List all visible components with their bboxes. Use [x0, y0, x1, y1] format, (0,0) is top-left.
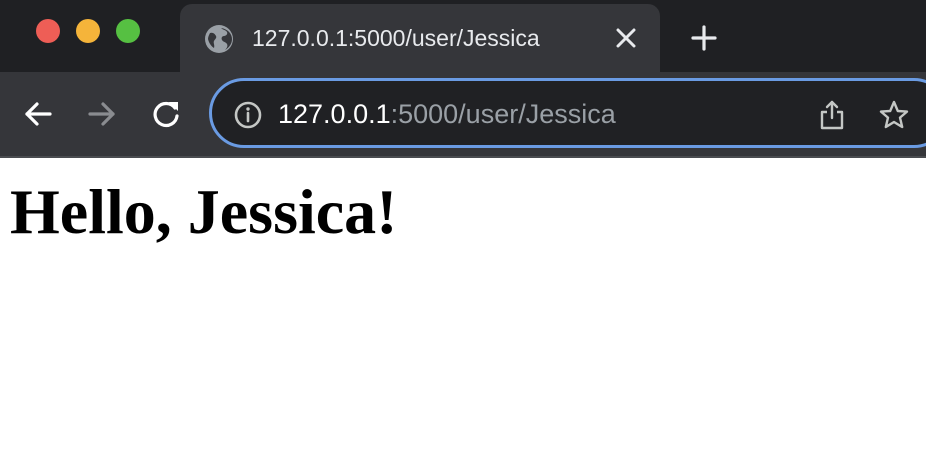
plus-icon[interactable]: [688, 22, 720, 54]
window-zoom-button[interactable]: [116, 19, 140, 43]
arrow-right-icon[interactable]: [86, 98, 118, 130]
tab-active[interactable]: 127.0.0.1:5000/user/Jessica: [180, 4, 660, 72]
window-minimize-button[interactable]: [76, 19, 100, 43]
url-path: :5000/user/Jessica: [390, 99, 616, 129]
tab-title: 127.0.0.1:5000/user/Jessica: [252, 25, 540, 51]
address-bar[interactable]: 127.0.0.1:5000/user/Jessica: [209, 78, 926, 148]
toolbar: 127.0.0.1:5000/user/Jessica: [0, 72, 926, 156]
url-host: 127.0.0.1: [278, 99, 391, 129]
browser-window: 127.0.0.1:5000/user/Jessica 127.0.0.1:50…: [0, 0, 926, 474]
star-icon[interactable]: [878, 99, 910, 131]
globe-icon: [205, 25, 233, 53]
close-icon[interactable]: [612, 24, 640, 52]
window-close-button[interactable]: [36, 19, 60, 43]
url-text[interactable]: 127.0.0.1:5000/user/Jessica: [278, 98, 616, 130]
page-heading: Hello, Jessica!: [10, 176, 398, 247]
share-icon[interactable]: [818, 99, 846, 131]
tab-strip: 127.0.0.1:5000/user/Jessica: [0, 0, 926, 72]
info-icon[interactable]: [234, 101, 262, 129]
page-content: Hello, Jessica!: [0, 158, 926, 474]
reload-icon[interactable]: [150, 98, 182, 130]
arrow-left-icon[interactable]: [22, 98, 54, 130]
